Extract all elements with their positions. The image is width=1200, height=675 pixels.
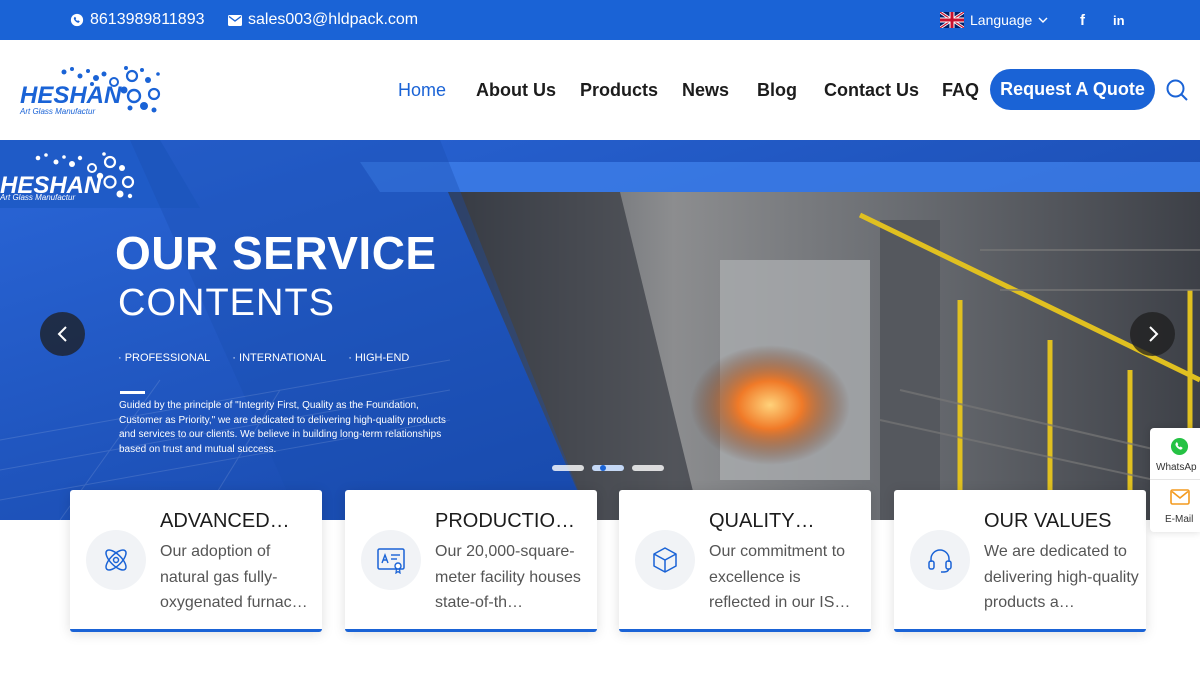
facebook-icon[interactable]: f (1080, 0, 1085, 40)
nav-about-us[interactable]: About Us (476, 80, 556, 101)
mail-icon (228, 14, 242, 26)
site-logo[interactable]: HESHAN Art Glass Manufactur (18, 62, 168, 122)
search-icon[interactable] (1165, 78, 1189, 102)
atom-icon (105, 549, 127, 571)
nav-blog[interactable]: Blog (757, 80, 797, 101)
slider-dot[interactable] (632, 465, 664, 471)
card-icon-wrap (910, 530, 970, 590)
chevron-right-icon (1148, 326, 1158, 342)
whatsapp-icon (1170, 437, 1189, 456)
hero-slider: HESHAN Art Glass Manufactur OUR SERVICE … (0, 140, 1200, 520)
hero-tags: · PROFESSIONAL · INTERNATIONAL · HIGH-EN… (118, 352, 409, 364)
nav-faq[interactable]: FAQ (942, 80, 979, 101)
card-icon-wrap (635, 530, 695, 590)
logo-text: HESHAN (20, 82, 122, 109)
card-icon-wrap (361, 530, 421, 590)
card-icon-wrap (86, 530, 146, 590)
card-text: Our adoption of natural gas fully-oxygen… (160, 543, 308, 611)
hero-description: Guided by the principle of "Integrity Fi… (119, 400, 446, 455)
request-quote-button[interactable]: Request A Quote (990, 69, 1155, 110)
email-label: E-Mail (1165, 514, 1194, 525)
headset-icon (928, 549, 952, 573)
linkedin-icon[interactable]: in (1113, 0, 1125, 40)
top-bar: 8613989811893 sales003@hldpack.com Langu… (0, 0, 1200, 40)
chevron-down-icon (1038, 17, 1048, 23)
slider-dot-active[interactable] (592, 465, 624, 471)
email-button[interactable]: E-Mail (1150, 480, 1200, 532)
mail-icon (1170, 489, 1190, 505)
hero-title: OUR SERVICE (115, 227, 437, 279)
feature-card[interactable]: ADVANCED… Our adoption of natural gas fu… (70, 490, 322, 632)
logo-subtitle: Art Glass Manufactur (20, 107, 96, 116)
nav-contact-us[interactable]: Contact Us (824, 80, 919, 101)
phone-link[interactable]: 8613989811893 (70, 0, 205, 40)
feature-card[interactable]: PRODUCTION… Our 20,000-square-meter faci… (345, 490, 597, 632)
floating-contact-bar: WhatsAp E-Mail (1150, 428, 1200, 532)
slider-dot[interactable] (552, 465, 584, 471)
slider-pagination (552, 465, 664, 471)
language-label: Language (970, 12, 1033, 28)
email-link[interactable]: sales003@hldpack.com (228, 0, 418, 40)
hero-background-image (0, 140, 1200, 520)
card-title: OUR VALUES (984, 510, 1112, 532)
chevron-left-icon (57, 326, 67, 342)
feature-card[interactable]: OUR VALUES We are dedicated to deliverin… (894, 490, 1146, 632)
hero-tag: · HIGH-END (348, 352, 410, 364)
card-text: Our commitment to excellence is reflecte… (709, 543, 851, 611)
card-text: Our 20,000-square-meter facility houses … (435, 543, 581, 611)
card-text: We are dedicated to delivering high-qual… (984, 543, 1139, 611)
hero-subtitle: CONTENTS (118, 282, 335, 324)
hero-logo-subtitle: Art Glass Manufactur (0, 193, 76, 202)
hero-tag: · INTERNATIONAL (232, 352, 327, 364)
card-title: QUALITY… (709, 510, 815, 532)
phone-number: 8613989811893 (90, 11, 205, 28)
slider-next-button[interactable] (1130, 312, 1175, 356)
card-title: PRODUCTION… (435, 510, 585, 532)
slider-prev-button[interactable] (40, 312, 85, 356)
certificate-icon (377, 548, 405, 574)
whatsapp-icon (70, 13, 84, 27)
hero-tag: · PROFESSIONAL (118, 352, 211, 364)
whatsapp-button[interactable]: WhatsAp (1150, 428, 1200, 480)
header: HESHAN Art Glass Manufactur Home About U… (0, 40, 1200, 140)
nav-news[interactable]: News (682, 80, 729, 101)
box-icon (653, 547, 677, 573)
email-address: sales003@hldpack.com (248, 11, 419, 28)
card-title: ADVANCED… (160, 510, 290, 532)
nav-home[interactable]: Home (398, 80, 446, 101)
uk-flag-icon (940, 12, 964, 28)
whatsapp-label: WhatsAp (1156, 462, 1197, 473)
hero-divider (120, 391, 145, 394)
language-selector[interactable]: Language (940, 0, 1054, 40)
nav-products[interactable]: Products (580, 80, 658, 101)
feature-card[interactable]: QUALITY… Our commitment to excellence is… (619, 490, 871, 632)
